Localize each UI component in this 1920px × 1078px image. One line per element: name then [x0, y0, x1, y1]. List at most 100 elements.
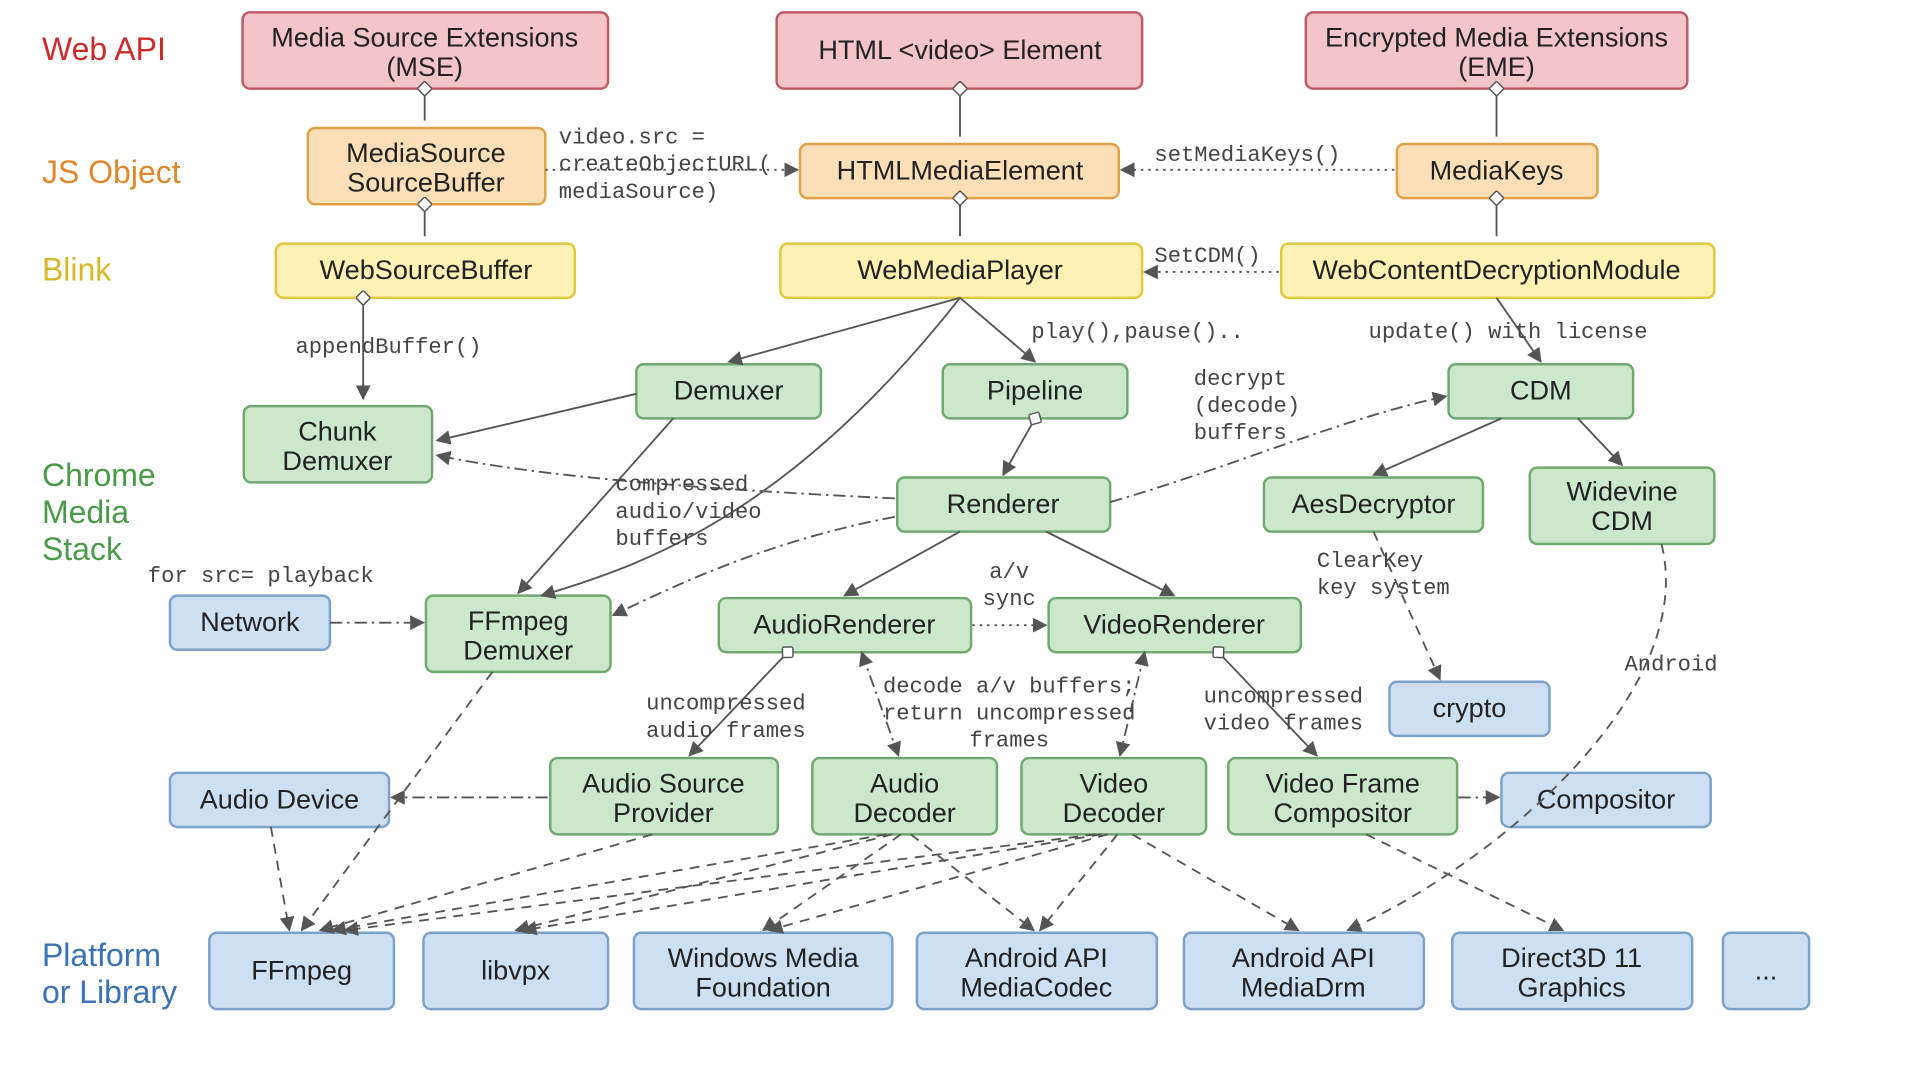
box-renderer: Renderer [897, 477, 1110, 531]
layer-label-plat1: Platform [42, 937, 161, 973]
svg-text:Demuxer: Demuxer [674, 375, 784, 406]
svg-text:Media Source Extensions: Media Source Extensions [271, 22, 578, 53]
label-compbuf-2: audio/video [615, 500, 761, 525]
svg-text:Video: Video [1079, 767, 1148, 798]
svg-text:Compositor: Compositor [1274, 797, 1412, 828]
box-video-decoder: Video Decoder [1022, 758, 1207, 834]
svg-text:MediaKeys: MediaKeys [1430, 154, 1564, 185]
svg-text:FFmpeg: FFmpeg [468, 605, 569, 636]
box-webmediaplayer: WebMediaPlayer [780, 244, 1142, 298]
edge-adec-to-libvpx [516, 834, 893, 930]
svg-text:Decoder: Decoder [1063, 797, 1165, 828]
svg-text:(EME): (EME) [1458, 51, 1535, 82]
layer-label-webapi: Web API [42, 31, 166, 67]
svg-text:MediaDrm: MediaDrm [1241, 972, 1366, 1003]
edge-asp-to-ffmpeg [320, 834, 652, 930]
svg-text:Compositor: Compositor [1537, 783, 1675, 814]
label-compbuf-3: buffers [615, 527, 708, 552]
svg-text:CDM: CDM [1591, 505, 1653, 536]
edge-demux-to-chunk [437, 394, 636, 441]
box-websourcebuffer: WebSourceBuffer [276, 244, 575, 298]
label-setcdm: SetCDM() [1154, 244, 1260, 269]
layer-label-plat2: or Library [42, 974, 177, 1010]
edge-vdec-to-wmf [769, 834, 1107, 930]
svg-text:crypto: crypto [1433, 692, 1507, 723]
svg-text:VideoRenderer: VideoRenderer [1083, 609, 1265, 640]
svg-text:Decoder: Decoder [853, 797, 955, 828]
box-ffmpeg-lib: FFmpeg [209, 933, 394, 1009]
label-decret-3: frames [969, 729, 1049, 754]
svg-text:Android API: Android API [1232, 942, 1375, 973]
box-network: Network [170, 596, 330, 650]
svg-text:libvpx: libvpx [481, 954, 551, 985]
svg-text:CDM: CDM [1510, 375, 1572, 406]
box-audio-decoder: Audio Decoder [812, 758, 997, 834]
svg-text:WebSourceBuffer: WebSourceBuffer [320, 254, 533, 285]
edge-renderer-to-vrend [1046, 532, 1174, 596]
box-mediasource-sourcebuffer: MediaSource SourceBuffer [308, 128, 546, 204]
svg-text:Demuxer: Demuxer [463, 634, 573, 665]
label-decrypt-3: buffers [1194, 421, 1287, 446]
svg-text:Provider: Provider [613, 797, 714, 828]
svg-text:(MSE): (MSE) [386, 51, 463, 82]
svg-text:FFmpeg: FFmpeg [251, 954, 352, 985]
label-avsync-1: a/v [989, 560, 1029, 585]
box-aesdecryptor: AesDecryptor [1264, 477, 1483, 531]
svg-text:Foundation: Foundation [695, 972, 830, 1003]
label-setmediakeys: setMediaKeys() [1154, 143, 1340, 168]
label-uvf-1: uncompressed [1204, 684, 1363, 709]
label-createurl-2: createObjectURL( [559, 153, 772, 178]
edge-renderer-to-arend [844, 532, 960, 596]
label-uaf-2: audio frames [646, 719, 805, 744]
svg-text:HTMLMediaElement: HTMLMediaElement [837, 154, 1084, 185]
edge-adec-to-wmf [763, 834, 901, 930]
box-chunk-demuxer: Chunk Demuxer [244, 406, 432, 482]
svg-text:Video Frame: Video Frame [1265, 767, 1419, 798]
svg-text:Windows Media: Windows Media [668, 942, 860, 973]
label-srcplay: for src= playback [148, 564, 374, 589]
svg-text:Demuxer: Demuxer [282, 445, 392, 476]
edge-vdec-to-amd [1132, 834, 1298, 930]
layer-label-blink: Blink [42, 251, 112, 287]
edge-vfc-to-d3d [1366, 834, 1563, 930]
box-android-mediadrm: Android API MediaDrm [1184, 933, 1424, 1009]
box-audio-device: Audio Device [170, 773, 389, 827]
svg-text:WebContentDecryptionModule: WebContentDecryptionModule [1313, 254, 1681, 285]
svg-text:Widevine: Widevine [1566, 476, 1677, 507]
edge-wmp-to-ffdemuxer [542, 298, 960, 596]
box-platform-more: ... [1723, 933, 1809, 1009]
edge-pipeline-to-renderer [1003, 418, 1035, 475]
edge-wmp-to-pipeline [960, 298, 1035, 362]
svg-text:Android API: Android API [965, 942, 1108, 973]
label-avsync-2: sync [983, 587, 1036, 612]
svg-text:...: ... [1755, 954, 1778, 985]
svg-text:AesDecryptor: AesDecryptor [1292, 488, 1456, 519]
label-clearkey-2: key system [1317, 576, 1450, 601]
layer-label-chrome1: Chrome [42, 457, 156, 493]
box-android-mediacodec: Android API MediaCodec [917, 933, 1157, 1009]
box-widevine-cdm: Widevine CDM [1530, 468, 1715, 544]
label-uvf-2: video frames [1204, 711, 1363, 736]
box-ffmpeg-demuxer: FFmpeg Demuxer [426, 596, 611, 672]
svg-text:Audio Device: Audio Device [200, 783, 359, 814]
label-compbuf-1: compressed [615, 473, 748, 498]
box-htmlmediaelement: HTMLMediaElement [800, 144, 1119, 198]
box-direct3d11: Direct3D 11 Graphics [1452, 933, 1692, 1009]
edge-adec-to-ffmpeg [332, 834, 886, 930]
box-audio-source-provider: Audio Source Provider [550, 758, 778, 834]
box-video-frame-compositor: Video Frame Compositor [1228, 758, 1457, 834]
box-libvpx: libvpx [423, 933, 608, 1009]
svg-text:WebMediaPlayer: WebMediaPlayer [857, 254, 1063, 285]
svg-text:Pipeline: Pipeline [987, 375, 1083, 406]
box-windows-media-foundation: Windows Media Foundation [634, 933, 892, 1009]
box-pipeline: Pipeline [943, 364, 1128, 418]
edge-wvcdm-to-mediadrm [1348, 544, 1666, 930]
box-html-video: HTML <video> Element [777, 12, 1142, 88]
label-decrypt-1: decrypt [1194, 367, 1287, 392]
svg-text:Renderer: Renderer [947, 488, 1060, 519]
box-eme: Encrypted Media Extensions (EME) [1306, 12, 1687, 88]
label-playpause: play(),pause().. [1031, 320, 1244, 345]
svg-text:Audio: Audio [870, 767, 939, 798]
svg-text:Audio Source: Audio Source [582, 767, 744, 798]
box-mse: Media Source Extensions (MSE) [243, 12, 608, 88]
